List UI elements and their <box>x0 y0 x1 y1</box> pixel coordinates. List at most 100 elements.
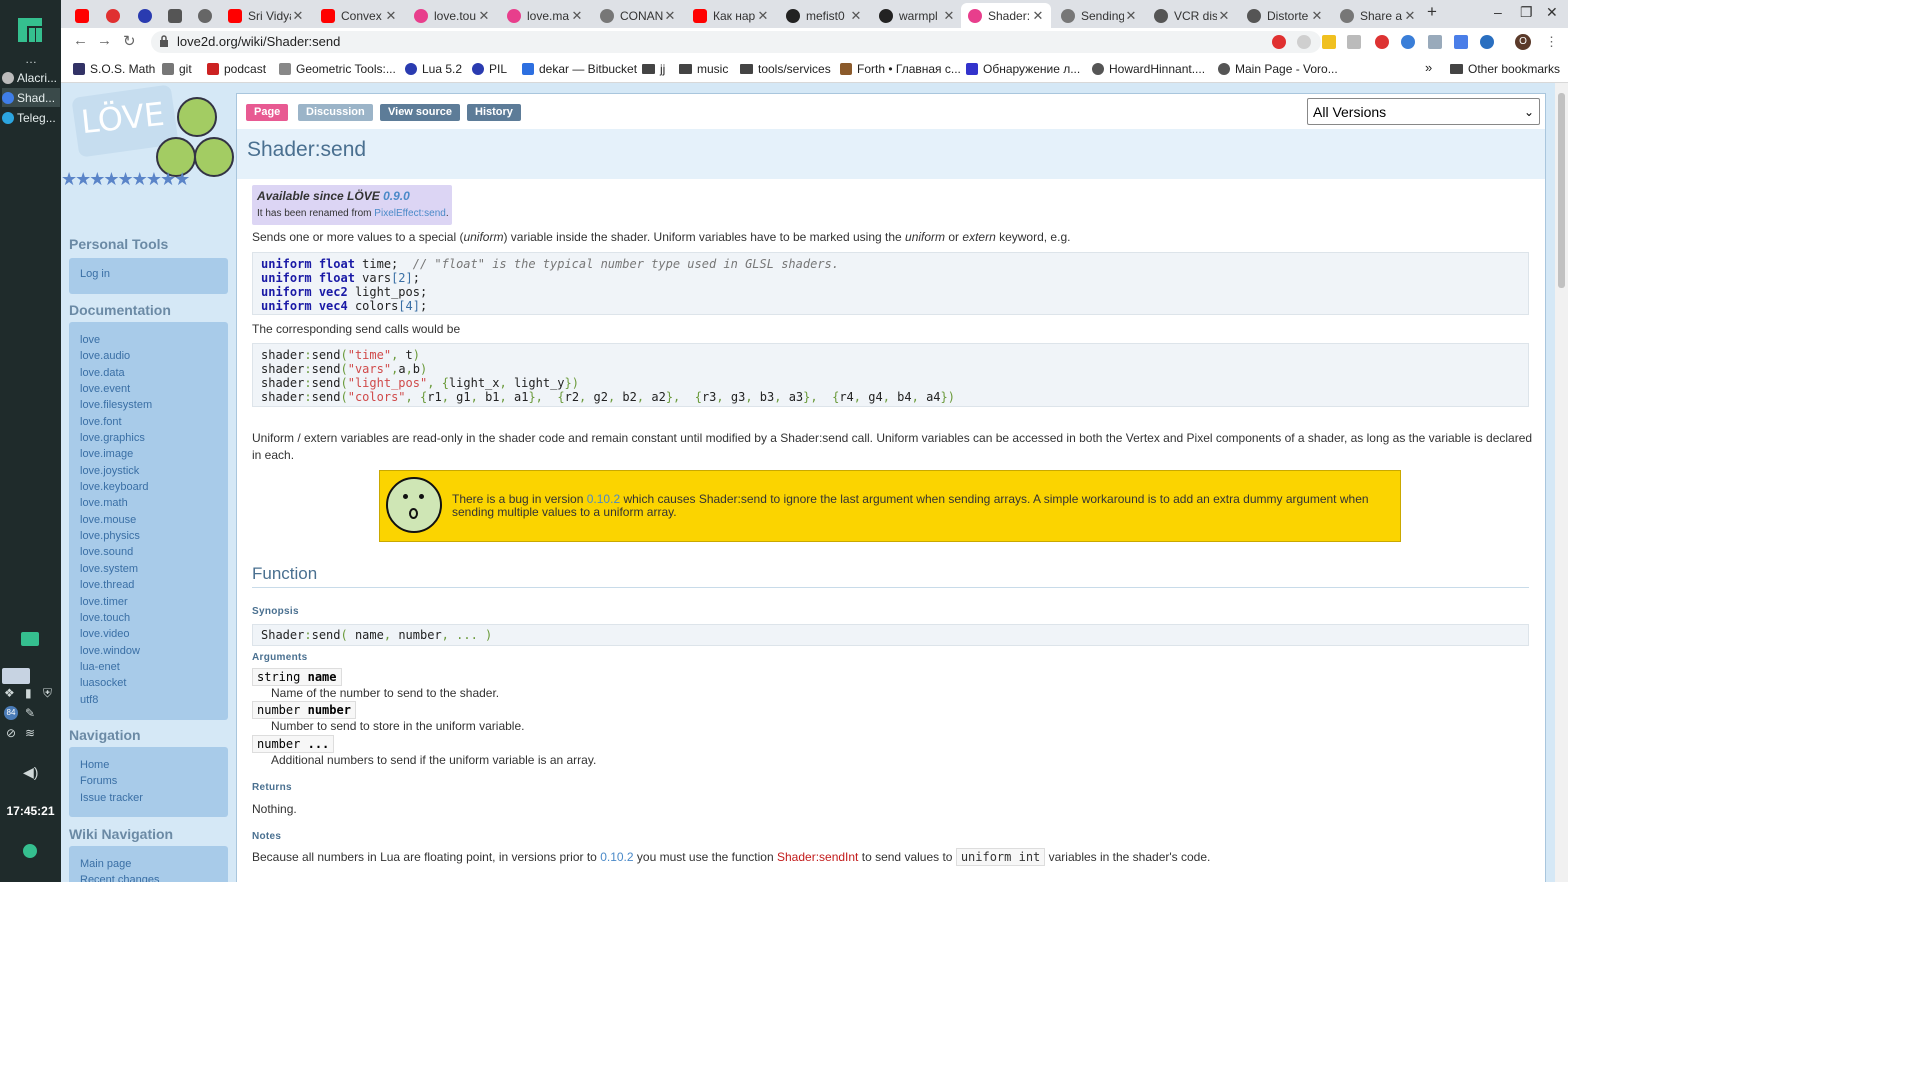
sidebar-link-utf8[interactable]: utf8 <box>69 692 228 708</box>
sendint-link[interactable]: Shader:sendInt <box>777 850 858 864</box>
bookmark-item[interactable]: Forth • Главная с... <box>840 62 961 76</box>
extension-icon[interactable] <box>1272 35 1286 49</box>
sidebar-link-love-thread[interactable]: love.thread <box>69 577 228 593</box>
sidebar-link-love-data[interactable]: love.data <box>69 365 228 381</box>
tab-8[interactable]: love.ma ✕ <box>500 3 590 28</box>
sidebar-link-lua-enet[interactable]: lua-enet <box>69 659 228 675</box>
menu-icon[interactable]: ⋮ <box>1545 34 1558 50</box>
tab-page[interactable]: Page <box>246 104 289 121</box>
close-icon[interactable]: ✕ <box>663 8 677 24</box>
scrollbar-thumb[interactable] <box>1558 93 1565 288</box>
tab-7[interactable]: love.tou ✕ <box>407 3 497 28</box>
notification-badge[interactable]: 84 <box>4 706 18 720</box>
dropbox-icon[interactable]: ❖ <box>4 686 15 700</box>
sidebar-link-love-mouse[interactable]: love.mouse <box>69 512 228 528</box>
tab-13-active[interactable]: Shader: ✕ <box>961 3 1051 28</box>
tab-5[interactable]: Sri Vidya✕ <box>221 3 311 28</box>
sidebar-link-love-touch[interactable]: love.touch <box>69 610 228 626</box>
sidebar-link-love-graphics[interactable]: love.graphics <box>69 430 228 446</box>
tab-17[interactable]: Share a ✕ <box>1333 3 1423 28</box>
sidebar-link-love-sound[interactable]: love.sound <box>69 544 228 560</box>
sidebar-link-love-font[interactable]: love.font <box>69 414 228 430</box>
tab-9[interactable]: CONAN ✕ <box>593 3 683 28</box>
volume-icon[interactable]: ◀) <box>23 764 38 781</box>
sidebar-link-recent-changes[interactable]: Recent changes <box>69 872 228 882</box>
tab-3[interactable] <box>161 3 185 28</box>
extension-icon[interactable] <box>1401 35 1415 49</box>
bookmark-item[interactable]: Geometric Tools:... <box>279 62 396 76</box>
version-link[interactable]: 0.9.0 <box>383 189 410 203</box>
sidebar-link-love[interactable]: love <box>69 332 228 348</box>
close-icon[interactable]: ✕ <box>570 8 584 24</box>
version-select[interactable]: All Versions ⌄ <box>1307 98 1540 125</box>
paperclip-icon[interactable]: ✎ <box>25 706 35 720</box>
tab-6[interactable]: Convex ✕ <box>314 3 404 28</box>
forward-icon[interactable]: → <box>97 32 112 49</box>
bookmark-item[interactable]: dekar — Bitbucket <box>522 62 637 76</box>
tab-0[interactable] <box>68 3 92 28</box>
sidebar-link-love-window[interactable]: love.window <box>69 643 228 659</box>
close-icon[interactable]: ✕ <box>1310 8 1324 24</box>
bookmark-item[interactable]: Main Page - Voro... <box>1218 62 1338 76</box>
bookmark-folder[interactable]: music <box>679 62 728 76</box>
bookmark-item[interactable]: podcast <box>207 62 266 76</box>
sidebar-link-love-timer[interactable]: love.timer <box>69 594 228 610</box>
tab-10[interactable]: Как нар ✕ <box>686 3 776 28</box>
workspace-pager-icon[interactable] <box>2 668 30 684</box>
extension-icon[interactable] <box>1322 35 1336 49</box>
bookmark-folder[interactable]: tools/services <box>740 62 831 76</box>
sidebar-link-love-math[interactable]: love.math <box>69 495 228 511</box>
tab-1[interactable] <box>99 3 123 28</box>
dropbox-extension-icon[interactable] <box>1428 35 1442 49</box>
tab-4[interactable] <box>191 3 215 28</box>
close-icon[interactable]: ✕ <box>1403 8 1417 24</box>
bookmark-item[interactable]: Обнаружение л... <box>966 62 1080 76</box>
taskbar-window-chrome[interactable]: Shad... <box>2 88 60 107</box>
version-link[interactable]: 0.10.2 <box>587 492 620 506</box>
sidebar-link-love-filesystem[interactable]: love.filesystem <box>69 397 228 413</box>
bookmarks-overflow-button[interactable]: » <box>1425 60 1432 75</box>
sidebar-link-login[interactable]: Log in <box>69 266 228 282</box>
sidebar-link-issue-tracker[interactable]: Issue tracker <box>69 790 228 806</box>
sidebar-link-love-keyboard[interactable]: love.keyboard <box>69 479 228 495</box>
clock[interactable]: 17:45:21 <box>0 804 61 818</box>
tab-14[interactable]: Sending ✕ <box>1054 3 1144 28</box>
network-off-icon[interactable]: ⊘ <box>6 726 16 740</box>
back-icon[interactable]: ← <box>73 32 88 49</box>
close-icon[interactable]: ✕ <box>1031 8 1045 24</box>
other-bookmarks[interactable]: Other bookmarks <box>1450 62 1560 76</box>
sidebar-link-luasocket[interactable]: luasocket <box>69 675 228 691</box>
bookmark-folder[interactable]: jj <box>642 62 665 76</box>
shield-icon[interactable]: ⛨ <box>43 686 52 701</box>
address-bar[interactable]: love2d.org/wiki/Shader:send ⊕ ☆ <box>151 31 1321 53</box>
tab-16[interactable]: Distorte ✕ <box>1240 3 1330 28</box>
tab-view-source[interactable]: View source <box>380 104 460 121</box>
sidebar-link-love-joystick[interactable]: love.joystick <box>69 463 228 479</box>
tab-history[interactable]: History <box>467 104 521 121</box>
extension-icon[interactable] <box>1347 35 1361 49</box>
sidebar-link-love-image[interactable]: love.image <box>69 446 228 462</box>
close-icon[interactable]: ✕ <box>1124 8 1138 24</box>
sidebar-link-forums[interactable]: Forums <box>69 773 228 789</box>
sidebar-link-home[interactable]: Home <box>69 757 228 773</box>
close-icon[interactable]: ✕ <box>477 8 491 24</box>
sidebar-link-love-system[interactable]: love.system <box>69 561 228 577</box>
close-icon[interactable]: ✕ <box>1217 8 1231 24</box>
clipboard-icon[interactable]: ▮ <box>25 686 32 700</box>
wifi-icon[interactable]: ≋ <box>25 726 35 740</box>
bookmark-item[interactable]: PIL <box>472 62 507 76</box>
close-icon[interactable]: ✕ <box>942 8 956 24</box>
sidebar-link-love-audio[interactable]: love.audio <box>69 348 228 364</box>
restore-icon[interactable]: ❐ <box>1520 4 1533 21</box>
close-icon[interactable]: ✕ <box>756 8 770 24</box>
extension-icon[interactable] <box>1297 35 1311 49</box>
manjaro-logo-icon[interactable] <box>18 18 42 42</box>
translate-icon[interactable] <box>1454 35 1468 49</box>
close-icon[interactable]: ✕ <box>849 8 863 24</box>
bookmark-item[interactable]: git <box>162 62 192 76</box>
bookmark-item[interactable]: Lua 5.2 <box>405 62 462 76</box>
sidebar-link-love-physics[interactable]: love.physics <box>69 528 228 544</box>
power-icon[interactable] <box>21 842 39 860</box>
taskbar-window-telegram[interactable]: Teleg... <box>2 108 60 127</box>
profile-avatar[interactable]: O <box>1515 34 1531 50</box>
